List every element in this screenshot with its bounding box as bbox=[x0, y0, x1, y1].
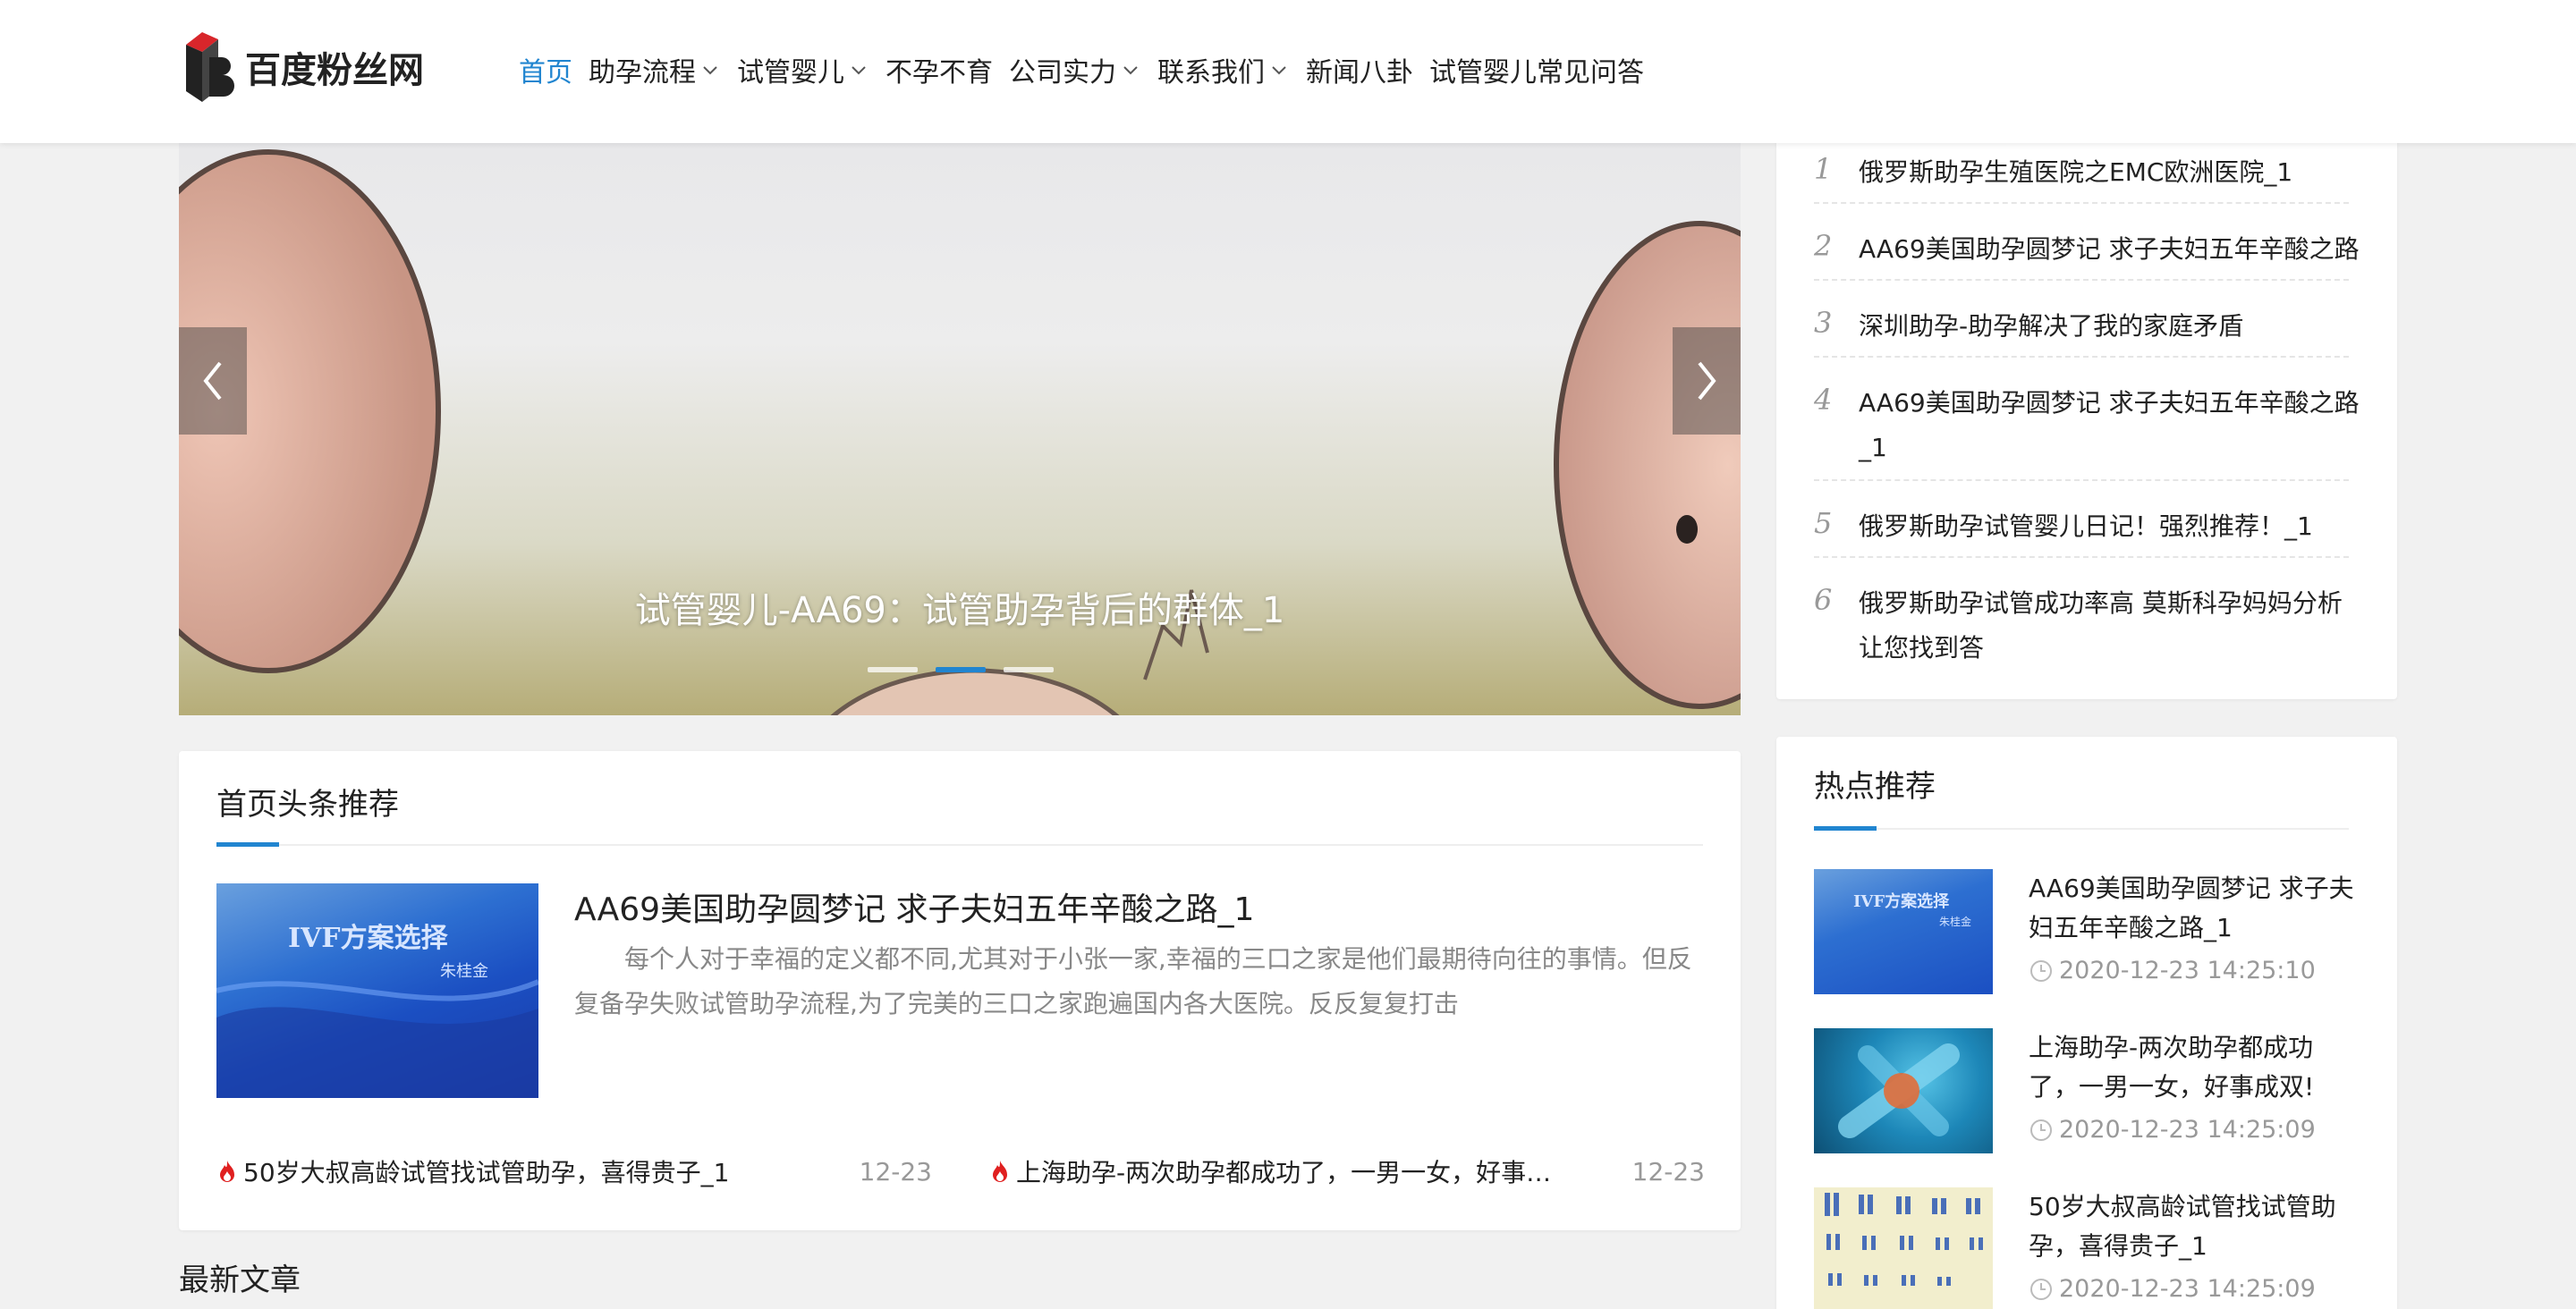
recommend-time: 2020-12-23 14:25:09 bbox=[2029, 1116, 2316, 1144]
fire-icon bbox=[220, 1161, 234, 1182]
featured-thumbnail[interactable]: IVF方案选择 朱桂金 bbox=[216, 883, 538, 1098]
carousel-dot-active[interactable] bbox=[936, 667, 986, 672]
recommend-time-text: 2020-12-23 14:25:09 bbox=[2059, 1275, 2316, 1303]
nav-item-label: 公司实力 bbox=[1009, 57, 1116, 89]
recommend-title-link[interactable]: 上海助孕-两次助孕都成功了，一男一女，好事成双! bbox=[2029, 1028, 2360, 1107]
clock-icon bbox=[2030, 1119, 2052, 1141]
carousel-next-button[interactable] bbox=[1673, 327, 1741, 435]
logo-text: 百度粉丝网 bbox=[245, 49, 424, 91]
rank-number: 5 bbox=[1814, 506, 1833, 540]
ranking-item[interactable]: 2 AA69美国助孕圆梦记 求子夫妇五年辛酸之路 bbox=[1814, 227, 2360, 281]
nav-item-infertility[interactable]: 不孕不育 bbox=[886, 50, 993, 89]
fire-icon bbox=[993, 1161, 1007, 1182]
chevron-down-icon bbox=[852, 66, 866, 75]
recommend-item[interactable]: 50岁大叔高龄试管找试管助孕，喜得贵子_1 2020-12-23 14:25:0… bbox=[1814, 1187, 2349, 1309]
nav-item-ivf[interactable]: 试管婴儿 bbox=[737, 50, 869, 89]
ranking-item[interactable]: 4 AA69美国助孕圆梦记 求子夫妇五年辛酸之路_1 bbox=[1814, 381, 2360, 481]
nav-item-label: 试管婴儿常见问答 bbox=[1429, 57, 1644, 89]
nav-item-contact[interactable]: 联系我们 bbox=[1157, 50, 1290, 89]
ranking-item-title: 俄罗斯助孕试管婴儿日记！强烈推荐！_1 bbox=[1859, 511, 2313, 541]
hot-recommend-section: 热点推荐 IVF方案选择 朱桂金 AA69美国助孕圆梦记 求子夫妇五年辛酸之路_… bbox=[1776, 737, 2397, 1309]
recommend-time-text: 2020-12-23 14:25:09 bbox=[2059, 1116, 2316, 1144]
title-accent-bar bbox=[216, 842, 279, 847]
carousel-dot[interactable] bbox=[1004, 667, 1054, 672]
ranking-item[interactable]: 1 俄罗斯助孕生殖医院之EMC欧洲医院_1 bbox=[1814, 150, 2349, 204]
nav-item-process[interactable]: 助孕流程 bbox=[589, 50, 721, 89]
hot-article-link[interactable]: 50岁大叔高龄试管找试管助孕，喜得贵子_1 12-23 bbox=[216, 1153, 932, 1189]
recommend-title-link[interactable]: AA69美国助孕圆梦记 求子夫妇五年辛酸之路_1 bbox=[2029, 869, 2360, 948]
recommend-item[interactable]: 上海助孕-两次助孕都成功了，一男一女，好事成双! 2020-12-23 14:2… bbox=[1814, 1028, 2349, 1171]
recommend-title-link[interactable]: 50岁大叔高龄试管找试管助孕，喜得贵子_1 bbox=[2029, 1187, 2360, 1266]
ranking-item-title: 俄罗斯助孕生殖医院之EMC欧洲医院_1 bbox=[1859, 157, 2293, 187]
nav-item-news[interactable]: 新闻八卦 bbox=[1306, 50, 1413, 89]
clock-icon bbox=[2030, 959, 2052, 982]
rank-number: 4 bbox=[1814, 383, 1833, 417]
main-nav: 首页 助孕流程 试管婴儿 不孕不育 公司实力 联系我们 新闻八卦 试管婴儿常见问… bbox=[519, 50, 1660, 89]
headline-section: 首页头条推荐 IVF方案选择 朱桂金 AA69美国助孕圆梦记 求子夫妇五年辛酸之… bbox=[179, 751, 1741, 1230]
logo-mark-icon bbox=[186, 32, 234, 102]
latest-articles-heading: 最新文章 bbox=[179, 1263, 301, 1298]
recommend-thumbnail[interactable]: IVF方案选择 朱桂金 bbox=[1814, 869, 1993, 994]
featured-title-link[interactable]: AA69美国助孕圆梦记 求子夫妇五年辛酸之路_1 bbox=[574, 883, 1254, 930]
title-accent-bar bbox=[1814, 826, 1877, 831]
carousel-dot[interactable] bbox=[868, 667, 918, 672]
ranking-item[interactable]: 3 深圳助孕-助孕解决了我的家庭矛盾 bbox=[1814, 304, 2349, 358]
chevron-right-icon bbox=[1698, 361, 1716, 401]
ranking-item-title: 俄罗斯助孕试管成功率高 莫斯科孕妈妈分析让您找到答 bbox=[1859, 588, 2343, 663]
rank-number: 1 bbox=[1814, 152, 1833, 186]
ranking-list: 1 俄罗斯助孕生殖医院之EMC欧洲医院_1 2 AA69美国助孕圆梦记 求子夫妇… bbox=[1776, 125, 2397, 699]
chevron-down-icon bbox=[1272, 66, 1286, 75]
nav-item-label: 新闻八卦 bbox=[1306, 57, 1413, 89]
nav-item-company[interactable]: 公司实力 bbox=[1009, 50, 1141, 89]
thumbnail-subcaption: 朱桂金 bbox=[1939, 916, 1972, 928]
recommend-time: 2020-12-23 14:25:10 bbox=[2029, 957, 2316, 984]
chevron-down-icon bbox=[703, 66, 717, 75]
nav-item-label: 不孕不育 bbox=[886, 57, 993, 89]
section-title: 首页头条推荐 bbox=[216, 787, 399, 823]
rank-number: 6 bbox=[1814, 583, 1833, 617]
hot-article-date: 12-23 bbox=[1631, 1156, 1705, 1187]
karyotype-image bbox=[1825, 1193, 1983, 1286]
hot-article-link[interactable]: 上海助孕-两次助孕都成功了，一男一女，好事… 12-23 bbox=[989, 1153, 1705, 1189]
chevron-down-icon bbox=[1123, 66, 1138, 75]
divider bbox=[1814, 828, 2349, 830]
thumbnail-caption: IVF方案选择 bbox=[1853, 892, 1950, 911]
chromosome-image bbox=[1838, 1043, 1960, 1138]
ranking-item-title: AA69美国助孕圆梦记 求子夫妇五年辛酸之路_1 bbox=[1859, 388, 2360, 462]
nav-item-label: 助孕流程 bbox=[589, 57, 696, 89]
ranking-item[interactable]: 6 俄罗斯助孕试管成功率高 莫斯科孕妈妈分析让您找到答 bbox=[1814, 581, 2349, 680]
banner-carousel[interactable]: 试管婴儿-AA69：试管助孕背后的群体_1 bbox=[179, 143, 1741, 715]
carousel-prev-button[interactable] bbox=[179, 327, 247, 435]
recommend-thumbnail[interactable] bbox=[1814, 1028, 1993, 1153]
site-logo[interactable]: 百度粉丝网 bbox=[182, 27, 424, 104]
ranking-item[interactable]: 5 俄罗斯助孕试管婴儿日记！强烈推荐！_1 bbox=[1814, 504, 2349, 558]
nav-item-label: 试管婴儿 bbox=[737, 57, 844, 89]
recommend-item[interactable]: IVF方案选择 朱桂金 AA69美国助孕圆梦记 求子夫妇五年辛酸之路_1 202… bbox=[1814, 869, 2354, 1012]
section-title: 热点推荐 bbox=[1814, 769, 1936, 805]
recommend-thumbnail[interactable] bbox=[1814, 1187, 1993, 1309]
ranking-item-title: AA69美国助孕圆梦记 求子夫妇五年辛酸之路 bbox=[1859, 234, 2360, 264]
nav-item-home[interactable]: 首页 bbox=[519, 50, 572, 89]
carousel-indicators bbox=[868, 667, 1072, 672]
clock-icon bbox=[2030, 1278, 2052, 1300]
rank-number: 3 bbox=[1814, 306, 1833, 340]
nav-item-label: 联系我们 bbox=[1157, 57, 1265, 89]
recommend-time-text: 2020-12-23 14:25:10 bbox=[2059, 957, 2316, 984]
thumbnail-subcaption: 朱桂金 bbox=[440, 962, 488, 981]
hot-article-title: 上海助孕-两次助孕都成功了，一男一女，好事… bbox=[1016, 1158, 1552, 1187]
recommend-time: 2020-12-23 14:25:09 bbox=[2029, 1275, 2316, 1303]
nav-item-label: 首页 bbox=[519, 57, 572, 89]
thumbnail-caption: IVF方案选择 bbox=[288, 923, 448, 954]
ranking-item-title: 深圳助孕-助孕解决了我的家庭矛盾 bbox=[1859, 311, 2244, 341]
featured-description: 每个人对于幸福的定义都不同,尤其对于小张一家,幸福的三口之家是他们最期待向往的事… bbox=[574, 944, 1692, 1018]
hot-article-date: 12-23 bbox=[859, 1156, 932, 1187]
rank-number: 2 bbox=[1814, 229, 1833, 263]
nav-item-faq[interactable]: 试管婴儿常见问答 bbox=[1429, 50, 1644, 89]
chevron-left-icon bbox=[203, 361, 222, 401]
hot-article-title: 50岁大叔高龄试管找试管助孕，喜得贵子_1 bbox=[243, 1158, 730, 1187]
banner-caption[interactable]: 试管婴儿-AA69：试管助孕背后的群体_1 bbox=[179, 581, 1741, 633]
divider bbox=[216, 844, 1703, 846]
site-header: 百度粉丝网 首页 助孕流程 试管婴儿 不孕不育 公司实力 联系我们 新闻八卦 试… bbox=[0, 0, 2576, 143]
